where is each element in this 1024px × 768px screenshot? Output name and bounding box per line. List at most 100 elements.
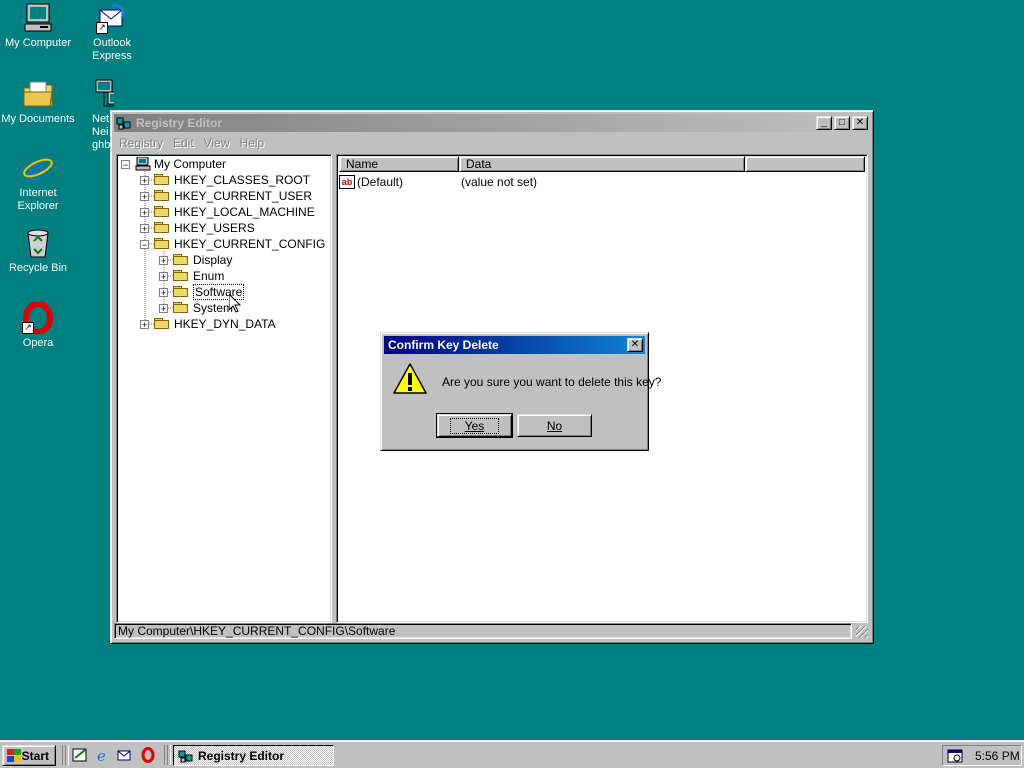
registry-editor-titlebar[interactable]: Registry Editor _ □ ✕ xyxy=(114,114,870,132)
desktop-icon-label: Net Neighb xyxy=(92,113,111,151)
desktop-icon-my-computer[interactable]: My Computer xyxy=(0,2,76,50)
tree-key-hkey-current-config[interactable]: − HKEY_CURRENT_CONFIG xyxy=(140,236,325,252)
opera-quicklaunch-icon[interactable] xyxy=(140,747,156,763)
collapse-icon[interactable]: − xyxy=(121,159,130,169)
tree-key-hkey-local-machine[interactable]: + HKEY_LOCAL_MACHINE xyxy=(140,204,315,220)
desktop-icon-opera[interactable]: ↗ Opera xyxy=(0,301,76,350)
tree-key-hkey-users[interactable]: + HKEY_USERS xyxy=(140,220,255,236)
minimize-icon: _ xyxy=(821,117,827,128)
regedit-app-icon xyxy=(116,115,132,131)
open-folder-icon xyxy=(173,286,189,298)
start-button[interactable]: Start xyxy=(2,745,56,766)
menu-bar: Registry Edit View Help xyxy=(114,134,870,152)
tree-key-display[interactable]: + Display xyxy=(159,252,232,268)
internet-explorer-quicklaunch-icon[interactable]: e xyxy=(95,747,111,765)
yes-button[interactable]: Yes xyxy=(436,413,513,438)
shortcut-arrow-icon: ↗ xyxy=(22,322,34,334)
close-icon: ✕ xyxy=(630,339,640,350)
minimize-button[interactable]: _ xyxy=(816,116,832,130)
folder-icon xyxy=(173,254,189,266)
network-icon xyxy=(94,78,114,110)
value-row[interactable]: ab (Default) (value not set) xyxy=(339,174,867,190)
expand-icon[interactable]: + xyxy=(159,287,168,297)
column-header-filler xyxy=(745,156,865,172)
svg-text:e: e xyxy=(97,747,106,763)
menu-edit[interactable]: Edit xyxy=(168,136,199,150)
task-label: Registry Editor xyxy=(198,748,285,763)
collapse-icon[interactable]: − xyxy=(140,239,149,249)
folder-icon xyxy=(154,238,170,250)
tree-root-my-computer[interactable]: − My Computer xyxy=(121,156,226,172)
recycle-bin-icon xyxy=(22,227,54,259)
tree-label: HKEY_CLASSES_ROOT xyxy=(174,173,311,187)
desktop-icon-outlook-express[interactable]: ↗ Outlook Express xyxy=(74,2,150,63)
expand-icon[interactable]: + xyxy=(140,175,149,185)
column-header-name[interactable]: Name xyxy=(339,156,459,172)
confirm-delete-dialog: Confirm Key Delete ✕ Are you sure you wa… xyxy=(380,332,661,451)
desktop-icon-network-neighborhood[interactable]: Net Neighb xyxy=(74,78,114,152)
expand-icon[interactable]: + xyxy=(140,207,149,217)
desktop-icon-my-documents[interactable]: My Documents xyxy=(0,78,76,126)
tree-key-hkey-classes-root[interactable]: + HKEY_CLASSES_ROOT xyxy=(140,172,310,188)
clock[interactable]: 5:56 PM xyxy=(975,749,1020,763)
desktop-icon-label: My Documents xyxy=(1,113,75,125)
no-button-label: No xyxy=(546,419,563,433)
mouse-cursor-icon xyxy=(229,294,241,313)
folder-icon xyxy=(173,270,189,282)
tree-key-hkey-current-user[interactable]: + HKEY_CURRENT_USER xyxy=(140,188,312,204)
column-header-data[interactable]: Data xyxy=(459,156,745,172)
tree-key-system[interactable]: + System xyxy=(159,300,233,316)
desktop-icon-internet-explorer[interactable]: e Internet Explorer xyxy=(0,152,76,213)
windows-logo-icon xyxy=(6,748,21,763)
dialog-title: Confirm Key Delete xyxy=(388,338,499,352)
scheduler-tray-icon[interactable] xyxy=(947,748,963,764)
outlook-express-icon: ↗ xyxy=(96,2,128,34)
tree-label: HKEY_CURRENT_USER xyxy=(174,189,313,203)
menu-registry[interactable]: Registry xyxy=(114,136,168,150)
close-button[interactable]: ✕ xyxy=(852,116,868,130)
start-label: Start xyxy=(21,748,49,763)
expand-icon[interactable]: + xyxy=(159,303,168,313)
outlook-express-quicklaunch-icon[interactable] xyxy=(117,747,133,763)
tree-label: System xyxy=(193,301,234,315)
expand-icon[interactable]: + xyxy=(140,319,149,329)
taskbar: Start e Registry Editor 5:56 PM xyxy=(0,740,1024,768)
tree-label: HKEY_DYN_DATA xyxy=(174,317,276,331)
svg-text:e: e xyxy=(27,153,45,184)
folder-icon xyxy=(154,174,170,186)
dialog-message: Are you sure you want to delete this key… xyxy=(442,375,662,389)
maximize-icon: □ xyxy=(838,117,846,128)
expand-icon[interactable]: + xyxy=(159,255,168,265)
desktop-icon-label: Opera xyxy=(22,337,54,349)
menu-view[interactable]: View xyxy=(199,136,235,150)
resize-grip-icon[interactable] xyxy=(856,626,868,638)
expand-icon[interactable]: + xyxy=(159,271,168,281)
folder-icon xyxy=(173,302,189,314)
tree-key-enum[interactable]: + Enum xyxy=(159,268,224,284)
taskbar-button-registry-editor[interactable]: Registry Editor xyxy=(173,745,334,766)
desktop-icon-label: My Computer xyxy=(4,37,72,49)
tree-label: Display xyxy=(193,253,233,267)
taskbar-separator xyxy=(167,745,171,765)
show-desktop-icon[interactable] xyxy=(72,747,88,763)
desktop-icon-label: Internet Explorer xyxy=(17,187,59,212)
internet-explorer-icon: e xyxy=(22,152,54,188)
dialog-titlebar[interactable]: Confirm Key Delete ✕ xyxy=(384,336,645,354)
dialog-close-button[interactable]: ✕ xyxy=(627,338,643,352)
string-value-icon: ab xyxy=(339,175,355,189)
tree-label: HKEY_LOCAL_MACHINE xyxy=(174,205,315,219)
folder-icon xyxy=(154,222,170,234)
registry-tree-pane[interactable]: − My Computer + HKEY_CLASSES_ROOT + HKEY… xyxy=(116,154,332,623)
desktop-icon-recycle-bin[interactable]: Recycle Bin xyxy=(0,227,76,275)
tree-key-hkey-dyn-data[interactable]: + HKEY_DYN_DATA xyxy=(140,316,276,332)
folder-icon xyxy=(154,318,170,330)
window-title: Registry Editor xyxy=(136,116,223,130)
quicklaunch-separator xyxy=(65,745,69,765)
expand-icon[interactable]: + xyxy=(140,223,149,233)
tree-label: HKEY_CURRENT_CONFIG xyxy=(174,237,326,251)
expand-icon[interactable]: + xyxy=(140,191,149,201)
menu-help[interactable]: Help xyxy=(235,136,270,150)
shortcut-arrow-icon: ↗ xyxy=(96,22,108,34)
maximize-button[interactable]: □ xyxy=(834,116,850,130)
no-button[interactable]: No xyxy=(517,414,592,437)
